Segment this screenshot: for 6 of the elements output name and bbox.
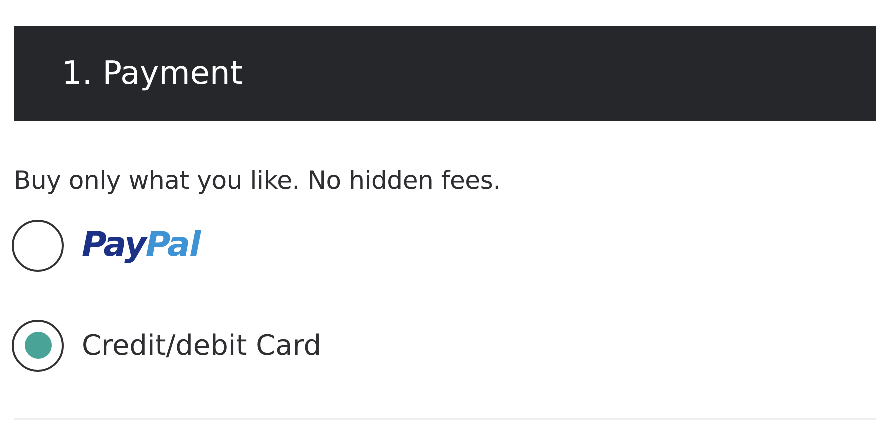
radio-button[interactable] (12, 320, 64, 372)
info-text: Buy only what you like. No hidden fees. (14, 165, 502, 197)
payment-logo[interactable]: PayPal (82, 220, 200, 271)
option-label[interactable]: Credit/debit Card (82, 324, 322, 366)
radio-button[interactable] (12, 220, 64, 272)
section-title: 1. Payment (62, 54, 243, 93)
